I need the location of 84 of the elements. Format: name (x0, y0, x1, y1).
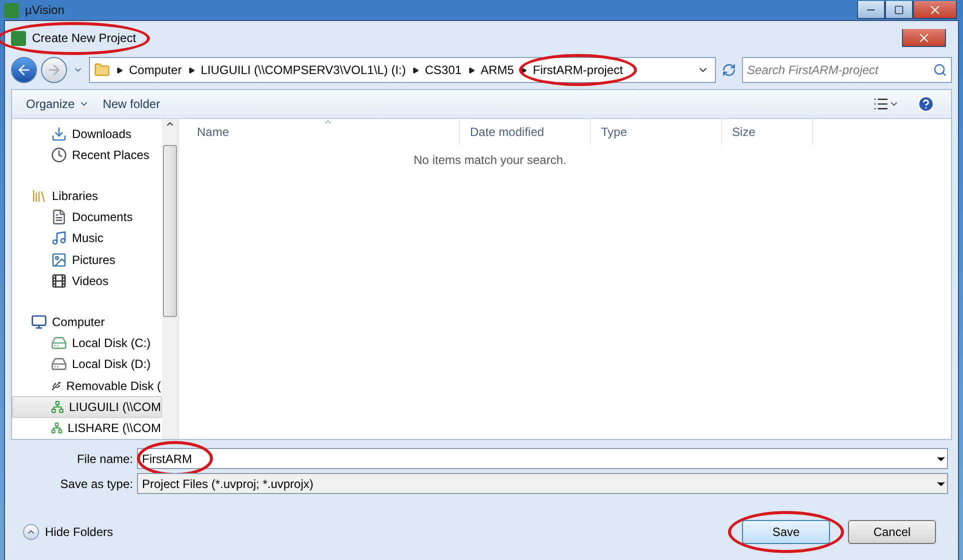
nav-item[interactable]: Music (12, 228, 162, 249)
scrollbar[interactable] (162, 119, 178, 439)
breadcrumb-separator-icon (468, 66, 475, 74)
nav-item[interactable]: Recent Places (12, 144, 162, 166)
nav-item[interactable]: LISHARE (\\COM (12, 418, 162, 439)
breadcrumb[interactable]: ARM5 (480, 63, 514, 77)
window-title: µVision (25, 3, 64, 17)
dialog-title: Create New Project (32, 30, 136, 46)
computer-icon (31, 314, 47, 330)
hard-drive-icon (51, 334, 67, 351)
picture-icon (51, 252, 67, 268)
dialog-button[interactable]: Save (742, 520, 830, 544)
save-type-dropdown[interactable]: Project Files (*.uvproj; *.uvprojx) (137, 473, 948, 494)
back-button[interactable] (11, 57, 37, 83)
nav-item[interactable]: LIUGUILI (\\COM (12, 396, 162, 418)
download-folder-icon (51, 126, 67, 142)
nav-item-label: Downloads (72, 126, 132, 141)
breadcrumb[interactable]: LIUGUILI (\\COMPSERV3\VOL1\L) (I:) (200, 63, 406, 77)
breadcrumb-separator-icon (116, 66, 123, 74)
refresh-icon (722, 63, 736, 77)
close-button[interactable] (902, 29, 946, 47)
network-drive-icon (51, 420, 63, 436)
search-field[interactable]: Search FirstARM-project (742, 57, 952, 83)
nav-item-label: Local Disk (D:) (72, 357, 151, 372)
app-logo-icon (4, 2, 19, 18)
help-icon (917, 95, 935, 113)
nav-item[interactable]: Local Disk (D:) (12, 354, 162, 375)
save-type-label: Save as type: (59, 476, 133, 490)
breadcrumb[interactable]: Computer (129, 63, 182, 77)
close-button[interactable] (913, 1, 957, 19)
maximize-button[interactable] (885, 1, 913, 19)
empty-message: No items match your search. (412, 153, 568, 167)
search-icon (933, 63, 947, 77)
file-name-field[interactable]: FirstARM (137, 448, 948, 469)
clock-icon (51, 146, 67, 163)
maximize-icon (894, 4, 904, 14)
breadcrumb[interactable]: FirstARM-project (532, 63, 623, 77)
column-header[interactable]: Size (722, 119, 813, 145)
file-name-label: File name: (76, 452, 133, 466)
nav-group[interactable]: Computer (12, 310, 162, 332)
organize-menu[interactable]: Organize (26, 97, 89, 111)
document-icon (51, 208, 67, 225)
nav-item[interactable]: Documents (12, 206, 162, 228)
network-drive-icon (51, 398, 64, 415)
nav-item[interactable]: Removable Disk ( (12, 374, 162, 396)
nav-item-label: Music (72, 231, 104, 246)
minimize-button[interactable] (857, 1, 885, 19)
new-folder-button[interactable]: New folder (102, 97, 160, 111)
nav-item-label: Documents (72, 210, 133, 224)
column-header[interactable]: Type (591, 119, 722, 145)
hard-drive-icon (51, 356, 67, 372)
nav-item-label: Videos (72, 274, 108, 288)
nav-item-label: Removable Disk ( (66, 378, 161, 393)
nav-item[interactable]: Pictures (12, 248, 162, 270)
refresh-button[interactable] (720, 63, 738, 77)
nav-group-label: Computer (52, 314, 105, 329)
nav-group[interactable]: Libraries (12, 184, 162, 206)
breadcrumb-separator-icon (188, 66, 195, 74)
library-icon (31, 188, 47, 204)
music-note-icon (51, 230, 67, 246)
nav-item[interactable]: Videos (12, 270, 162, 292)
film-icon (51, 272, 67, 289)
nav-item-label: LISHARE (\\COM (68, 421, 161, 436)
nav-item-label: LIUGUILI (\\COM (68, 400, 161, 414)
app-logo-icon (11, 30, 26, 46)
folder-icon (94, 62, 110, 78)
breadcrumb-separator-icon (412, 66, 419, 74)
nav-item-label: Local Disk (C:) (72, 336, 151, 350)
hide-folders-button[interactable]: Hide Folders (23, 524, 114, 540)
help-button[interactable] (915, 95, 937, 113)
address-bar[interactable]: Computer LIUGUILI (\\COMPSERV3\VOL1\L) (I:) CS301 ARM5 FirstARM-project (89, 57, 716, 83)
list-view-icon (873, 96, 889, 112)
nav-item[interactable]: Downloads (12, 123, 162, 144)
column-header[interactable]: Name (187, 119, 460, 145)
nav-group-label: Libraries (52, 188, 98, 203)
nav-item-label: Recent Places (72, 148, 150, 162)
collapse-icon (23, 524, 39, 540)
forward-button[interactable] (41, 57, 67, 83)
nav-item[interactable]: Local Disk (C:) (12, 332, 162, 354)
breadcrumb[interactable]: CS301 (424, 63, 462, 77)
dialog-button[interactable]: Cancel (848, 520, 936, 544)
breadcrumb-separator-icon (520, 66, 527, 74)
column-header[interactable]: Date modified (460, 119, 591, 145)
nav-item-label: Pictures (72, 252, 116, 267)
